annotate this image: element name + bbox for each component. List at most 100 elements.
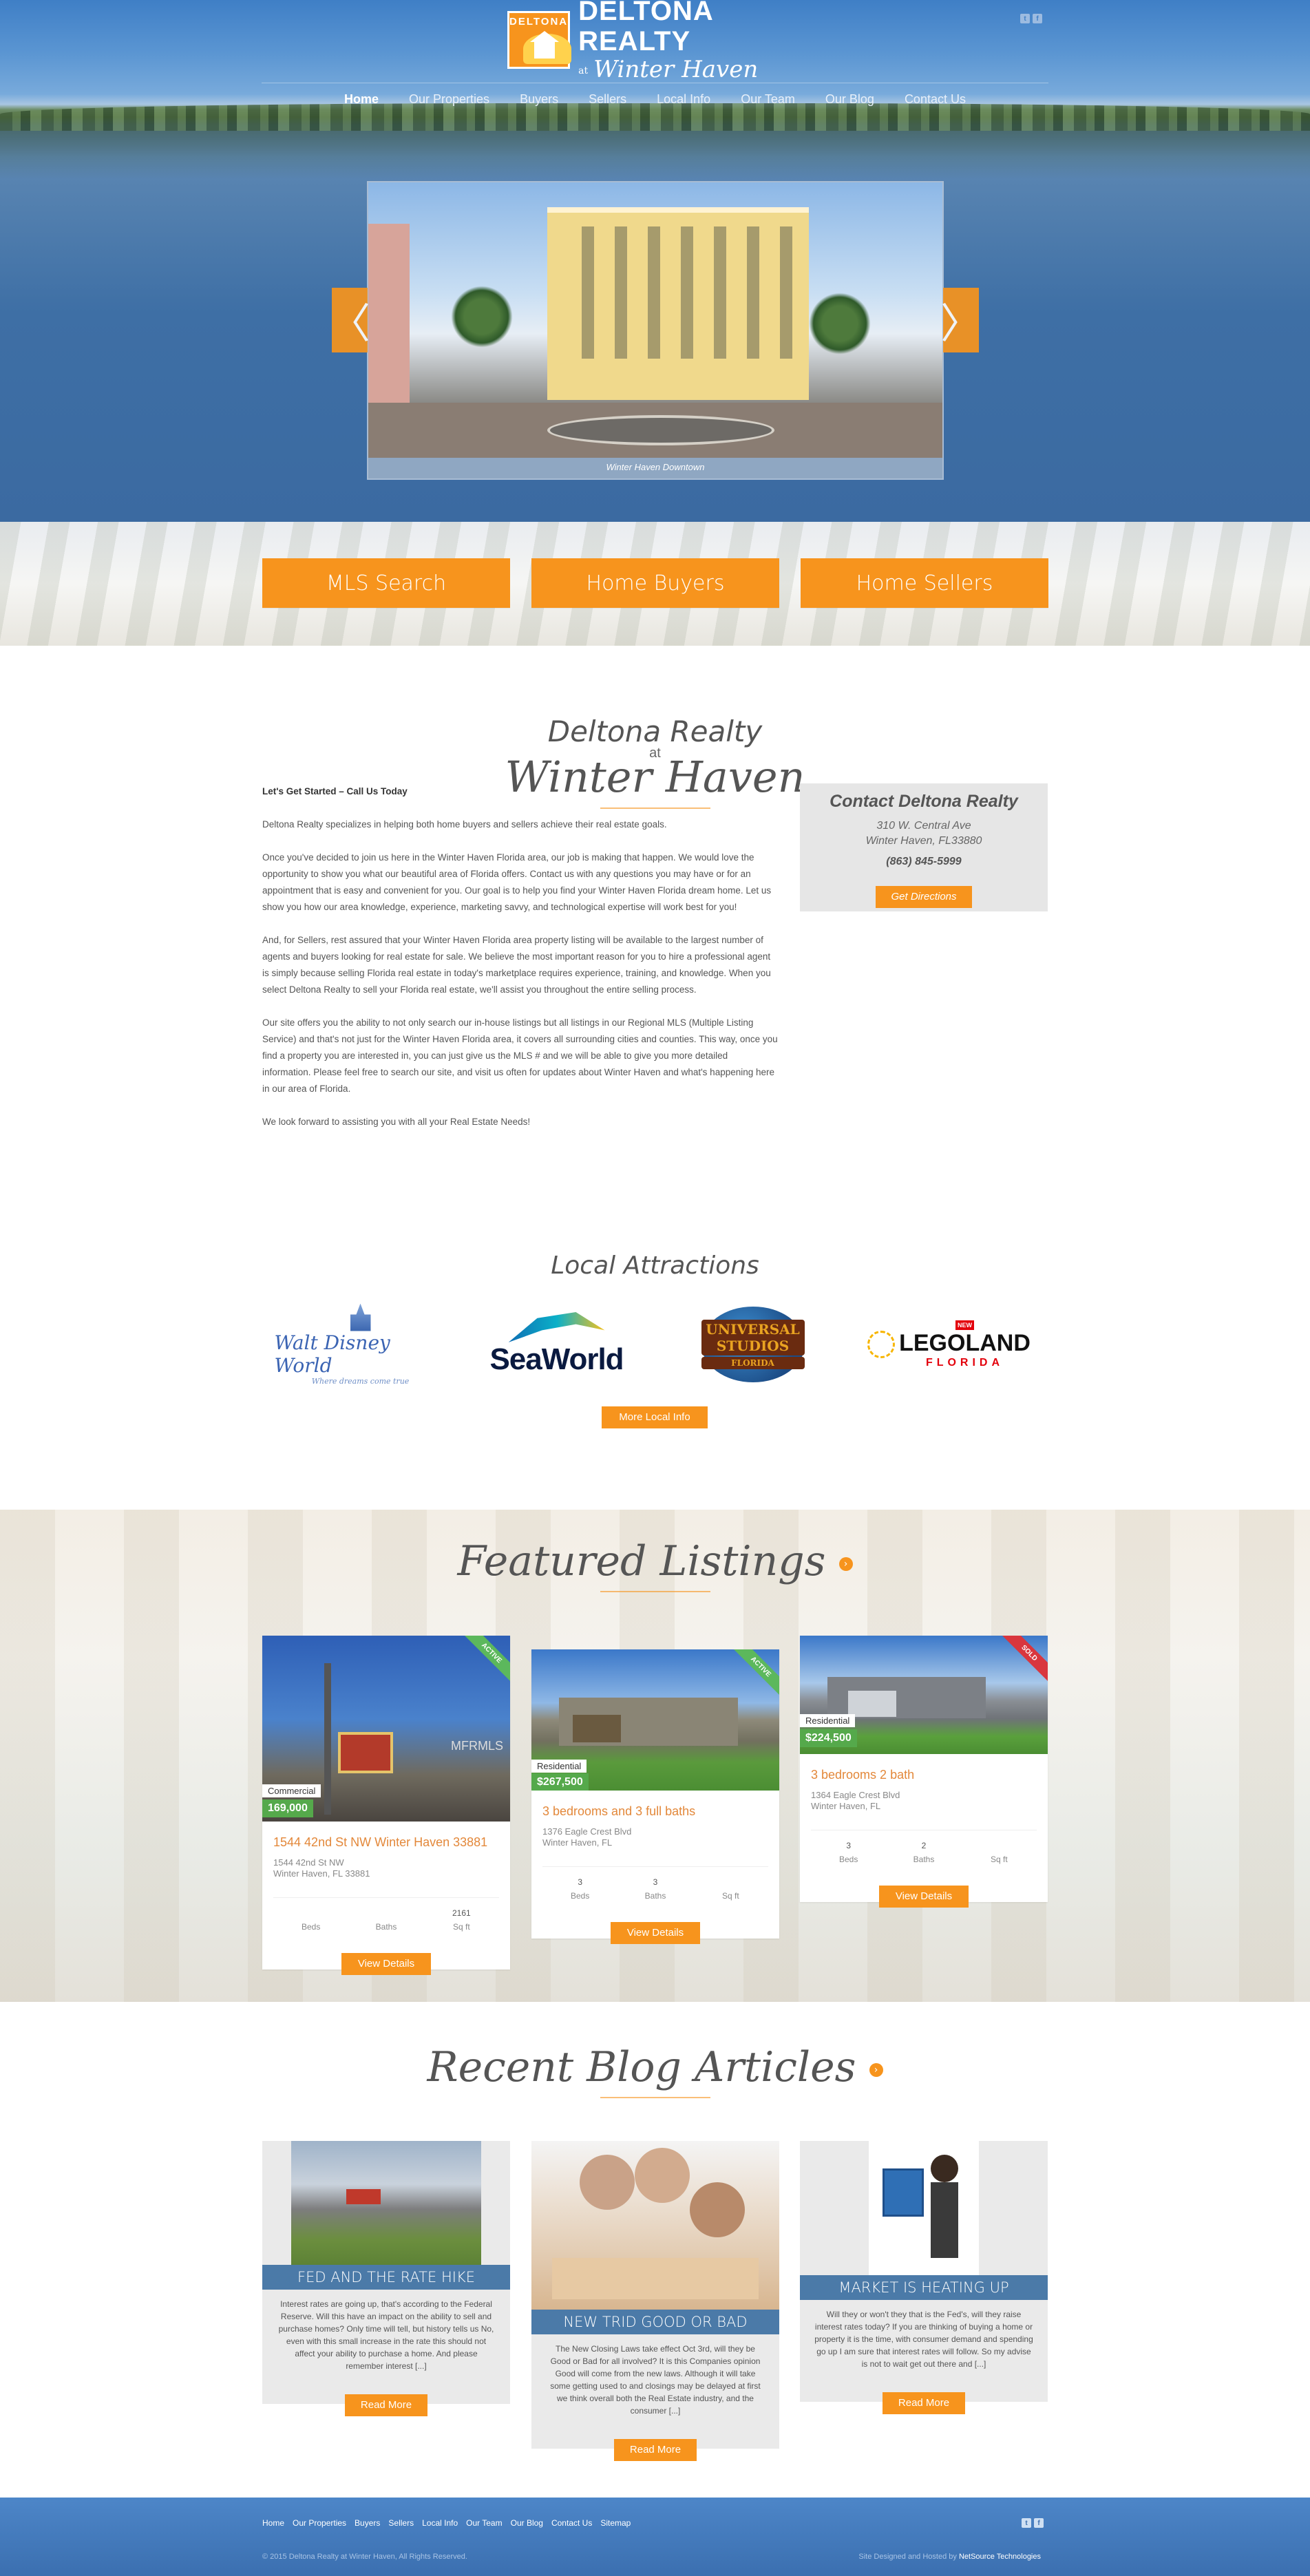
footer-link-buyers[interactable]: Buyers xyxy=(355,2518,380,2528)
price-badge: 169,000 xyxy=(262,1799,313,1817)
listing-address2: Winter Haven, FL xyxy=(811,1801,881,1811)
contact-phone[interactable]: (863) 845-5999 xyxy=(800,856,1048,868)
footer-link-local-info[interactable]: Local Info xyxy=(422,2518,458,2528)
read-more-button[interactable]: Read More xyxy=(345,2394,427,2416)
featured-title-text: Featured Listings xyxy=(457,1537,826,1585)
footer-link-our-properties[interactable]: Our Properties xyxy=(293,2518,346,2528)
price-badge: $267,500 xyxy=(531,1773,589,1791)
beds-label: Beds xyxy=(301,1922,321,1932)
castle-icon xyxy=(350,1303,371,1331)
sqft-stat: Sq ft xyxy=(693,1875,768,1903)
disney-world-logo[interactable]: Walt Disney World Where dreams come true xyxy=(275,1303,447,1386)
blog-post[interactable]: FED AND THE RATE HIKE Interest rates are… xyxy=(262,2141,510,2416)
person-figure xyxy=(580,2155,635,2210)
nav-sellers[interactable]: Sellers xyxy=(573,89,642,109)
post-image[interactable] xyxy=(531,2141,779,2310)
image-slider: Winter Haven Downtown xyxy=(367,181,944,480)
site-logo[interactable]: DELTONA DELTONA REALTY at Winter Haven xyxy=(507,0,778,83)
arrow-right-circle-icon[interactable]: › xyxy=(869,2063,883,2078)
legoland-logo[interactable]: NEW LEGOLAND FLORIDA xyxy=(863,1303,1035,1386)
universal-studios-logo[interactable]: UNIVERSAL STUDIOS FLORIDA xyxy=(667,1303,839,1386)
twitter-icon[interactable]: t xyxy=(1020,14,1030,23)
arrow-right-circle-icon[interactable]: › xyxy=(838,1557,853,1572)
post-title[interactable]: NEW TRID GOOD OR BAD xyxy=(531,2310,779,2334)
wave-icon xyxy=(508,1312,605,1342)
facebook-icon[interactable]: f xyxy=(1033,14,1042,23)
beds-label: Beds xyxy=(838,1855,858,1864)
logo-line1: DELTONA REALTY xyxy=(578,0,713,56)
baths-label: Baths xyxy=(913,1855,935,1864)
nav-contact-us[interactable]: Contact Us xyxy=(889,89,981,109)
home-buyers-button[interactable]: Home Buyers xyxy=(531,558,779,608)
globe-icon: UNIVERSAL STUDIOS FLORIDA xyxy=(701,1307,805,1382)
read-more-button[interactable]: Read More xyxy=(614,2439,697,2461)
seaworld-logo[interactable]: SeaWorld xyxy=(471,1303,643,1386)
logo-badge: DELTONA xyxy=(507,11,571,69)
footer-link-our-team[interactable]: Our Team xyxy=(466,2518,502,2528)
logo-line2: at Winter Haven xyxy=(578,56,778,84)
sign-pole xyxy=(324,1663,331,1815)
beds-label: Beds xyxy=(570,1891,590,1901)
baths-label: Baths xyxy=(644,1891,666,1901)
listing-photo[interactable]: MFRMLS ACTIVE Commercial 169,000 xyxy=(262,1636,510,1822)
nav-home[interactable]: Home xyxy=(329,89,394,109)
contact-box: Contact Deltona Realty 310 W. Central Av… xyxy=(800,783,1048,911)
baths-stat: 2 Baths xyxy=(886,1839,961,1866)
view-details-button[interactable]: View Details xyxy=(879,1886,969,1908)
nav-local-info[interactable]: Local Info xyxy=(642,89,726,109)
sqft-label: Sq ft xyxy=(721,1891,739,1901)
post-title[interactable]: MARKET IS HEATING UP xyxy=(800,2275,1048,2300)
sqft-label: Sq ft xyxy=(452,1922,470,1932)
nav-our-properties[interactable]: Our Properties xyxy=(394,89,505,109)
footer-link-home[interactable]: Home xyxy=(262,2518,284,2528)
baths-stat: 3 Baths xyxy=(617,1875,693,1903)
view-details-button[interactable]: View Details xyxy=(341,1953,431,1975)
post-title[interactable]: FED AND THE RATE HIKE xyxy=(262,2265,510,2290)
cta-row: MLS Search Home Buyers Home Sellers xyxy=(262,558,1048,608)
listing-card[interactable]: MFRMLS ACTIVE Commercial 169,000 1544 42… xyxy=(262,1636,510,1975)
listing-title[interactable]: 1544 42nd St NW Winter Haven 33881 xyxy=(273,1834,499,1850)
nav-our-team[interactable]: Our Team xyxy=(726,89,810,109)
nav-buyers[interactable]: Buyers xyxy=(505,89,573,109)
garage-door xyxy=(573,1715,621,1742)
listing-card[interactable]: ACTIVE Residential $267,500 3 bedrooms a… xyxy=(531,1649,779,1944)
slider-prev-button[interactable]: 〈 xyxy=(329,288,370,352)
listing-body: 1544 42nd St NW Winter Haven 33881 1544 … xyxy=(262,1822,510,1975)
listing-photo[interactable]: ACTIVE Residential $267,500 xyxy=(531,1649,779,1791)
get-directions-button[interactable]: Get Directions xyxy=(876,886,972,908)
agent-body xyxy=(931,2182,958,2258)
facebook-icon[interactable]: f xyxy=(1034,2518,1044,2528)
table-paperwork xyxy=(552,2258,759,2299)
view-details-button[interactable]: View Details xyxy=(611,1922,700,1944)
mls-watermark: MFRMLS xyxy=(451,1739,503,1753)
home-sellers-button[interactable]: Home Sellers xyxy=(801,558,1048,608)
listing-stats: 3 Beds 3 Baths Sq ft xyxy=(542,1866,768,1903)
footer-link-contact-us[interactable]: Contact Us xyxy=(551,2518,592,2528)
about-paragraph: Our site offers you the ability to not o… xyxy=(262,1017,778,1094)
listing-photo[interactable]: SOLD Residential $224,500 xyxy=(800,1636,1048,1754)
mls-search-button[interactable]: MLS Search xyxy=(262,558,510,608)
post-excerpt: The New Closing Laws take effect Oct 3rd… xyxy=(550,2344,761,2416)
site-footer: Home Our Properties Buyers Sellers Local… xyxy=(0,2498,1310,2576)
post-image[interactable] xyxy=(262,2141,510,2265)
read-more-button[interactable]: Read More xyxy=(883,2392,965,2414)
slider-next-button[interactable]: 〉 xyxy=(940,288,982,352)
footer-link-sitemap[interactable]: Sitemap xyxy=(600,2518,631,2528)
footer-link-sellers[interactable]: Sellers xyxy=(388,2518,414,2528)
post-image[interactable] xyxy=(800,2141,1048,2275)
more-local-info-button[interactable]: More Local Info xyxy=(602,1406,708,1428)
attractions-logos: Walt Disney World Where dreams come true… xyxy=(262,1300,1047,1389)
status-ribbon: ACTIVE xyxy=(460,1636,510,1685)
footer-link-our-blog[interactable]: Our Blog xyxy=(511,2518,543,2528)
blog-post[interactable]: NEW TRID GOOD OR BAD The New Closing Law… xyxy=(531,2141,779,2461)
listing-card[interactable]: SOLD Residential $224,500 3 bedrooms 2 b… xyxy=(800,1636,1048,1908)
credit-link[interactable]: NetSource Technologies xyxy=(959,2553,1041,2561)
price-badge: $224,500 xyxy=(800,1729,857,1747)
listing-title[interactable]: 3 bedrooms 2 bath xyxy=(811,1766,1037,1783)
copyright: © 2015 Deltona Realty at Winter Haven, A… xyxy=(262,2553,467,2561)
twitter-icon[interactable]: t xyxy=(1022,2518,1031,2528)
logo-badge-word: DELTONA xyxy=(509,16,569,28)
nav-our-blog[interactable]: Our Blog xyxy=(810,89,889,109)
listing-title[interactable]: 3 bedrooms and 3 full baths xyxy=(542,1803,768,1819)
blog-post[interactable]: MARKET IS HEATING UP Will they or won't … xyxy=(800,2141,1048,2414)
